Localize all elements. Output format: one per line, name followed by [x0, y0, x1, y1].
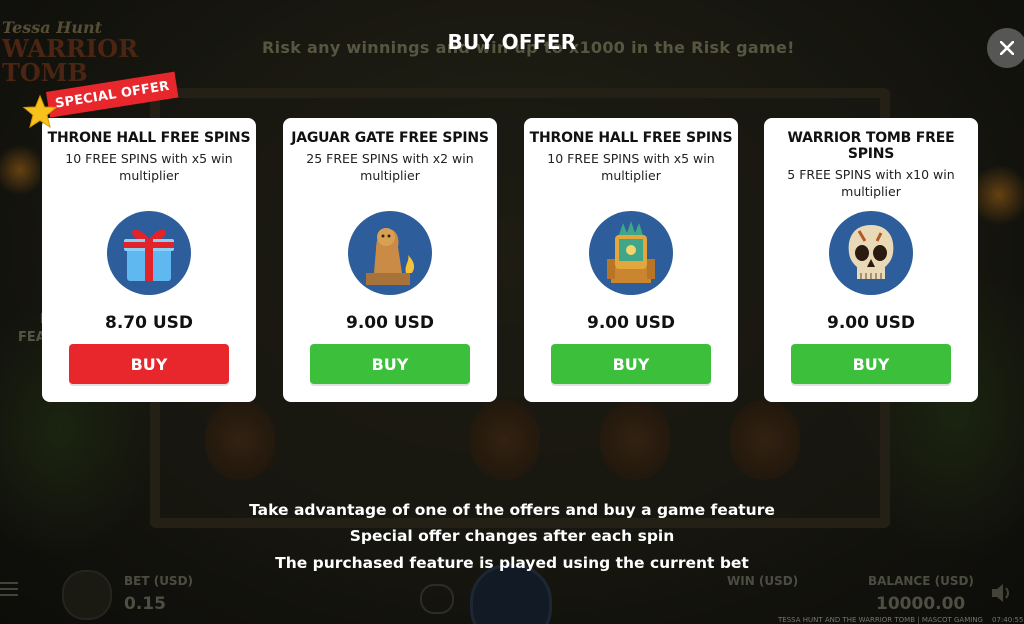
- close-button[interactable]: [987, 28, 1024, 68]
- buy-button[interactable]: BUY: [551, 344, 711, 384]
- jaguar-statue-icon: [348, 211, 432, 295]
- offer-title: THRONE HALL FREE SPINS: [47, 130, 251, 146]
- offer-price: 9.00 USD: [826, 313, 916, 333]
- offer-description: 5 FREE SPINS with x10 win multiplier: [787, 167, 955, 199]
- offer-card: THRONE HALL FREE SPINS 10 FREE SPINS wit…: [42, 118, 256, 402]
- offer-title: JAGUAR GATE FREE SPINS: [291, 130, 489, 146]
- offer-description: 10 FREE SPINS with x5 win multiplier: [65, 151, 233, 183]
- offer-price: 8.70 USD: [104, 313, 194, 333]
- offer-title: WARRIOR TOMB FREE SPINS: [787, 130, 955, 162]
- offer-card: WARRIOR TOMB FREE SPINS 5 FREE SPINS wit…: [764, 118, 978, 402]
- buy-button[interactable]: BUY: [310, 344, 470, 384]
- offer-title: THRONE HALL FREE SPINS: [529, 130, 733, 146]
- buy-button[interactable]: BUY: [791, 344, 951, 384]
- offer-card: THRONE HALL FREE SPINS 10 FREE SPINS wit…: [524, 118, 738, 402]
- throne-icon: [589, 211, 673, 295]
- skull-icon: [829, 211, 913, 295]
- offer-description: 25 FREE SPINS with x2 win multiplier: [306, 151, 474, 183]
- star-icon: [22, 94, 58, 129]
- offer-price: 9.00 USD: [586, 313, 676, 333]
- dialog-title: BUY OFFER: [447, 30, 577, 54]
- info-line: Special offer changes after each spin: [349, 527, 675, 545]
- close-icon: [1000, 41, 1014, 55]
- info-line: Take advantage of one of the offers and …: [249, 501, 775, 519]
- gift-box-icon: [107, 211, 191, 295]
- offer-card: JAGUAR GATE FREE SPINS 25 FREE SPINS wit…: [283, 118, 497, 402]
- offer-price: 9.00 USD: [345, 313, 435, 333]
- info-line: The purchased feature is played using th…: [275, 554, 749, 572]
- offer-description: 10 FREE SPINS with x5 win multiplier: [547, 151, 715, 183]
- special-offer-badge: SPECIAL OFFER: [22, 71, 179, 129]
- buy-button[interactable]: BUY: [69, 344, 229, 384]
